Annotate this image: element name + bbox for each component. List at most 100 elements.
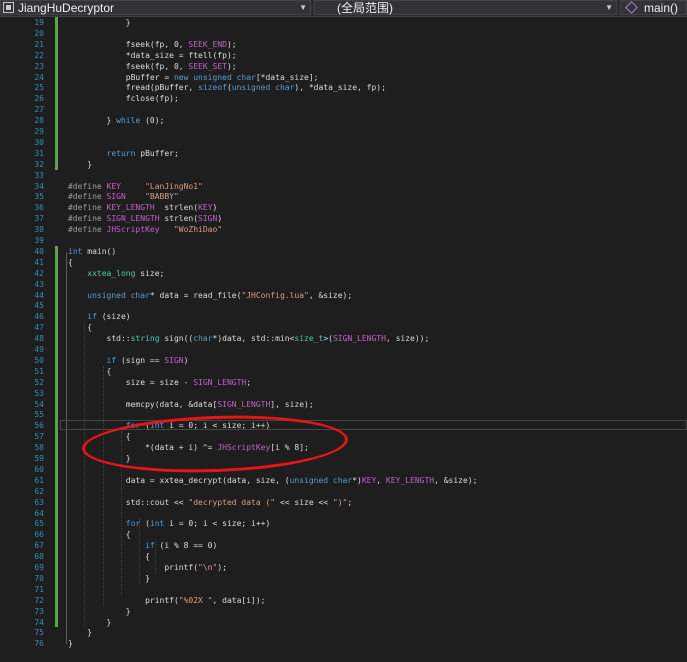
- code-line: 64: [0, 508, 687, 519]
- code-text: if (size): [68, 311, 131, 322]
- code-token: pBuffer =: [68, 72, 174, 82]
- code-token: size_t: [294, 334, 324, 344]
- code-line: 73 }: [0, 606, 687, 617]
- line-number: 33: [34, 170, 44, 180]
- code-text: }: [68, 17, 131, 28]
- line-number: 68: [34, 552, 44, 562]
- code-token: * data = read_file(: [149, 290, 242, 300]
- code-text: if (sign == SIGN): [68, 355, 189, 366]
- code-token: }: [68, 628, 93, 638]
- code-text: #define SIGN_LENGTH strlen(SIGN): [68, 213, 222, 224]
- line-number: 44: [34, 290, 44, 300]
- code-line: 42 xxtea_long size;: [0, 268, 687, 279]
- code-line: 72 printf("%02X ", data[i]);: [0, 595, 687, 606]
- code-line: 46 if (size): [0, 311, 687, 322]
- code-token: );: [226, 39, 237, 49]
- function-dropdown[interactable]: main(): [620, 0, 687, 15]
- line-number: 49: [34, 345, 44, 354]
- code-text: }: [68, 627, 92, 638]
- code-token: SIGN_LENGTH: [193, 377, 247, 387]
- code-line: 62: [0, 486, 687, 497]
- code-editor[interactable]: 19 } 20 21 fseek(fp, 0, SEEK_END); 22 *data…: [0, 17, 687, 662]
- line-number: 25: [34, 83, 44, 93]
- code-line: 37 #define SIGN_LENGTH strlen(SIGN): [0, 213, 687, 224]
- code-token: }: [68, 606, 131, 616]
- code-line: 26 fclose(fp);: [0, 93, 687, 104]
- code-token: {: [68, 530, 131, 540]
- code-token: ): [217, 214, 223, 224]
- code-token: (sign ==: [116, 355, 165, 365]
- line-number: 45: [34, 301, 44, 311]
- code-line: 29: [0, 126, 687, 137]
- code-token: while: [116, 116, 141, 126]
- code-token: if: [87, 312, 97, 322]
- code-token: ): [183, 355, 189, 365]
- line-number: 48: [34, 334, 44, 344]
- code-text: for (int i = 0; i < size; i++): [68, 518, 271, 529]
- code-line: 38 #define JHScriptKey "WoZhiDao": [0, 224, 687, 235]
- code-line: 19 }: [0, 17, 687, 28]
- code-line: 31 return pBuffer;: [0, 148, 687, 159]
- code-text: std::cout << "decrypted data (" << size …: [68, 497, 352, 508]
- code-line: 43: [0, 279, 687, 290]
- code-text: printf("%02X ", data[i]);: [68, 595, 265, 606]
- code-token: int: [68, 246, 83, 256]
- code-line: 23 fseek(fp, 0, SEEK_SET);: [0, 61, 687, 72]
- code-token: {: [68, 257, 73, 267]
- code-line: 47 {: [0, 322, 687, 333]
- code-token: fread(pBuffer,: [68, 83, 199, 93]
- code-token: , &size);: [434, 475, 478, 485]
- scope-dropdown[interactable]: (全局范围) ▼: [314, 0, 617, 15]
- code-line: 32 }: [0, 159, 687, 170]
- line-number: 66: [34, 530, 44, 540]
- code-token: KEY_LENGTH: [385, 475, 435, 485]
- code-token: ")": [332, 497, 348, 507]
- line-number: 75: [34, 628, 44, 638]
- code-token: {: [68, 323, 93, 333]
- code-token: "\n": [198, 563, 218, 572]
- code-token: std::: [68, 334, 131, 344]
- code-text: {: [68, 366, 112, 377]
- code-token: (0);: [140, 116, 165, 126]
- code-text: #define KEY_LENGTH strlen(KEY): [68, 202, 217, 213]
- code-token: }: [68, 639, 73, 649]
- code-token: (size): [96, 312, 131, 322]
- code-token: {: [68, 552, 150, 562]
- code-token: #define: [68, 192, 107, 202]
- code-text: #define KEY "LanJingNo1": [68, 181, 203, 192]
- code-token: ;: [347, 497, 353, 507]
- code-token: }: [68, 116, 117, 126]
- line-number: 41: [34, 257, 44, 267]
- code-token: SEEK_END: [188, 39, 227, 49]
- code-text: std::string sign((char*)data, std::min<s…: [68, 333, 430, 344]
- code-token: strlen(: [154, 203, 199, 213]
- code-text: #define JHScriptKey "WoZhiDao": [68, 224, 222, 235]
- code-token: SIGN_LENGTH: [332, 334, 386, 344]
- line-number: 54: [34, 399, 44, 409]
- line-number: 40: [34, 246, 44, 256]
- code-token: *): [352, 475, 362, 485]
- code-text: {: [68, 257, 73, 268]
- code-line: 27: [0, 104, 687, 115]
- line-number: 31: [34, 148, 44, 158]
- code-token: #define: [68, 214, 107, 224]
- line-number: 62: [34, 486, 44, 496]
- code-line: 75 }: [0, 627, 687, 638]
- code-line: 39: [0, 235, 687, 246]
- code-line: 25 fread(pBuffer, sizeof(unsigned char),…: [0, 82, 687, 93]
- code-token: pBuffer;: [135, 148, 179, 158]
- code-token: ): [212, 203, 218, 213]
- line-number: 42: [34, 268, 44, 278]
- code-text: }: [68, 617, 112, 628]
- project-dropdown[interactable]: JiangHuDecryptor ▼: [0, 0, 311, 15]
- code-text: pBuffer = new unsigned char[*data_size];: [68, 72, 319, 83]
- code-line: 21 fseek(fp, 0, SEEK_END);: [0, 39, 687, 50]
- line-number: 35: [34, 192, 44, 202]
- code-token: unsigned char: [289, 475, 353, 485]
- code-token: }: [68, 18, 131, 27]
